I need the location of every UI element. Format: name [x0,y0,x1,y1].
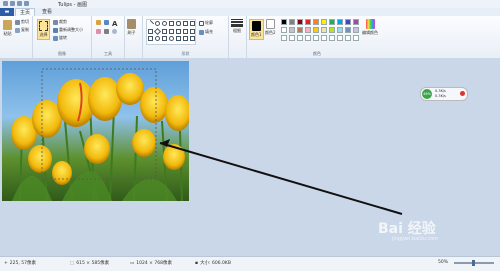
image-size-icon: ▭ [130,260,135,266]
watermark-url: jingyan.baidu.com [392,236,439,242]
disk-icon: ▪ [195,260,199,266]
file-size: ▪ 大小: 606.0KB [195,260,231,267]
status-bar: +225, 57像素 ⬚ 615 × 585像素 ▭ 1024 × 768像素 ▪ 大… [0,256,500,271]
image-size: ▭ 1024 × 768像素 [130,260,172,267]
zoom-level: 50% [438,260,449,265]
selection-size: ⬚ 615 × 585像素 [70,260,110,267]
zoom-slider-thumb[interactable] [472,260,475,266]
crosshair-icon: + [4,260,8,266]
selection-icon: ⬚ [70,260,75,266]
speed-percent: 46% [422,89,432,99]
baidu-watermark: Bai 经验 [378,221,436,237]
rocket-icon [460,91,465,96]
zoom-slider[interactable] [454,260,494,266]
cursor-position: +225, 57像素 [4,260,36,267]
upload-speed: 0.3K/s [435,89,446,93]
network-speed-widget[interactable]: 46% 0.3K/s 0.3K/s [420,87,468,101]
download-speed: 0.3K/s [435,94,446,98]
